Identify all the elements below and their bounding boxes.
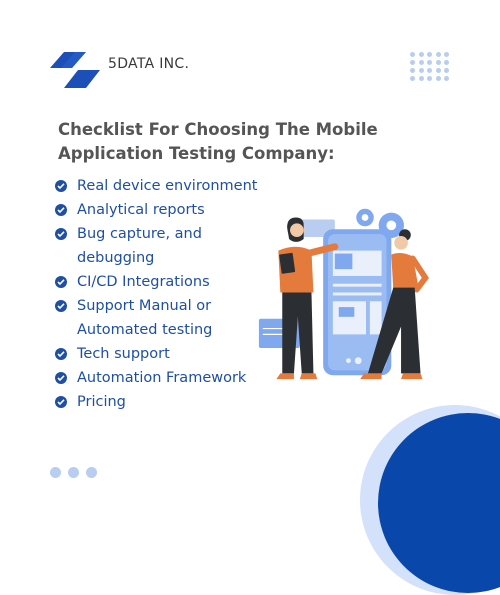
check-circle-icon	[55, 300, 67, 312]
check-circle-icon	[55, 180, 67, 192]
checklist-item: Bug capture, and debugging	[55, 222, 265, 270]
check-circle-icon	[55, 396, 67, 408]
checklist-item: Tech support	[55, 342, 265, 366]
check-circle-icon	[55, 204, 67, 216]
checklist-item: CI/CD Integrations	[55, 270, 265, 294]
dot	[68, 467, 79, 478]
check-circle-icon	[55, 372, 67, 384]
checklist-item: Support Manual or Automated testing	[55, 294, 265, 342]
title-line-2: Application Testing Company:	[58, 144, 335, 163]
checklist-item: Pricing	[55, 390, 265, 414]
check-circle-icon	[55, 228, 67, 240]
decorative-dot-grid	[410, 52, 450, 81]
checklist-item: Analytical reports	[55, 198, 265, 222]
checklist-item: Real device environment	[55, 174, 265, 198]
company-logo-icon	[50, 52, 100, 88]
dot	[86, 467, 97, 478]
page-title: Checklist For Choosing The Mobile Applic…	[58, 118, 378, 166]
check-circle-icon	[55, 276, 67, 288]
pagination-dots	[50, 467, 97, 478]
check-circle-icon	[55, 348, 67, 360]
title-line-1: Checklist For Choosing The Mobile	[58, 120, 378, 139]
checklist-item: Automation Framework	[55, 366, 265, 390]
checklist: Real device environment Analytical repor…	[55, 174, 265, 414]
mobile-testing-illustration	[258, 208, 429, 380]
dot	[50, 467, 61, 478]
brand-name: 5DATA INC.	[108, 56, 190, 72]
